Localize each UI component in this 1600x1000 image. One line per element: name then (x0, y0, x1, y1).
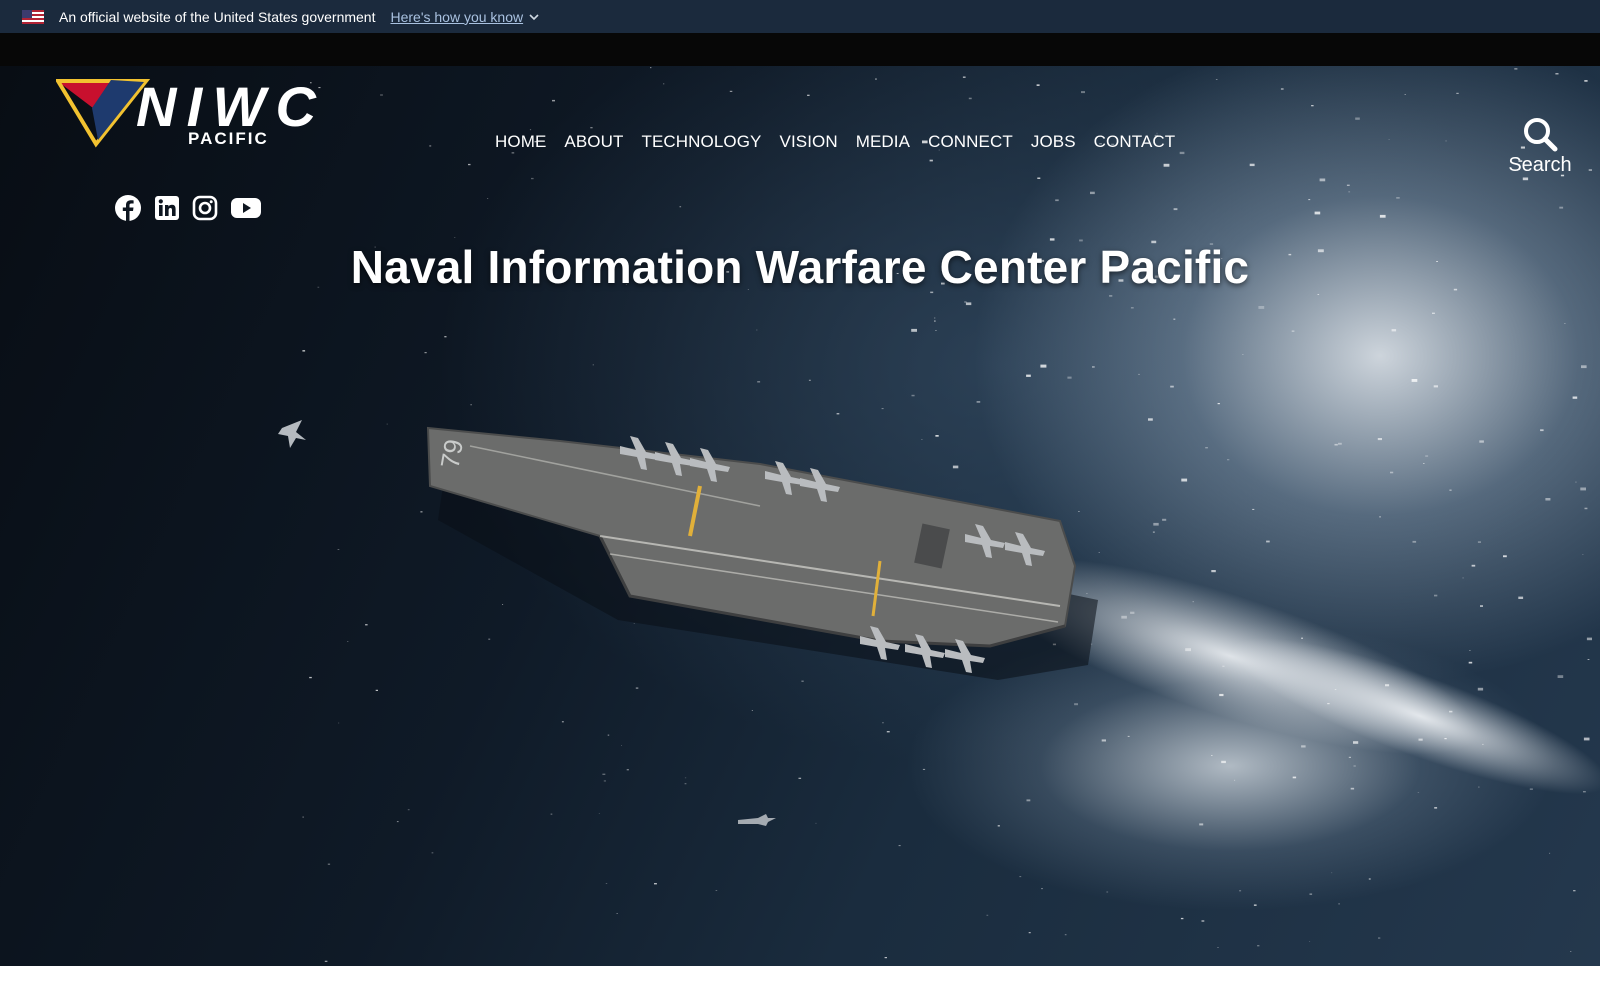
nav-technology[interactable]: TECHNOLOGY (632, 128, 770, 156)
nav-home[interactable]: HOME (486, 128, 555, 156)
us-flag-icon (22, 9, 44, 24)
chevron-down-icon (529, 13, 539, 20)
gov-banner-text: An official website of the United States… (59, 8, 376, 25)
linkedin-icon[interactable] (154, 195, 180, 226)
hero-title: Naval Information Warfare Center Pacific (350, 241, 1250, 293)
header-strip (0, 33, 1600, 66)
youtube-icon[interactable] (230, 196, 262, 225)
page-bottom-edge (0, 966, 1600, 1000)
logo-subtitle: PACIFIC (188, 129, 269, 148)
gov-banner: An official website of the United States… (0, 0, 1600, 33)
search-button[interactable]: Search (1500, 116, 1580, 177)
nav-about[interactable]: ABOUT (555, 128, 632, 156)
niwc-pacific-logo[interactable]: NIWC PACIFIC (56, 78, 326, 148)
social-links (114, 194, 262, 227)
search-label: Search (1508, 154, 1572, 176)
heres-how-you-know-label: Here's how you know (390, 8, 524, 25)
heres-how-you-know-link[interactable]: Here's how you know (390, 9, 539, 25)
instagram-icon[interactable] (192, 195, 218, 226)
nav-connect[interactable]: CONNECT (919, 128, 1022, 156)
search-icon (1524, 118, 1558, 152)
main-nav: HOME ABOUT TECHNOLOGY VISION MEDIA CONNE… (486, 128, 1184, 156)
facebook-icon[interactable] (114, 194, 142, 227)
ship-hull-number: 79 (434, 437, 469, 471)
nav-jobs[interactable]: JOBS (1022, 128, 1085, 156)
nav-vision[interactable]: VISION (771, 128, 847, 156)
nav-contact[interactable]: CONTACT (1085, 128, 1185, 156)
nav-media[interactable]: MEDIA (847, 128, 919, 156)
